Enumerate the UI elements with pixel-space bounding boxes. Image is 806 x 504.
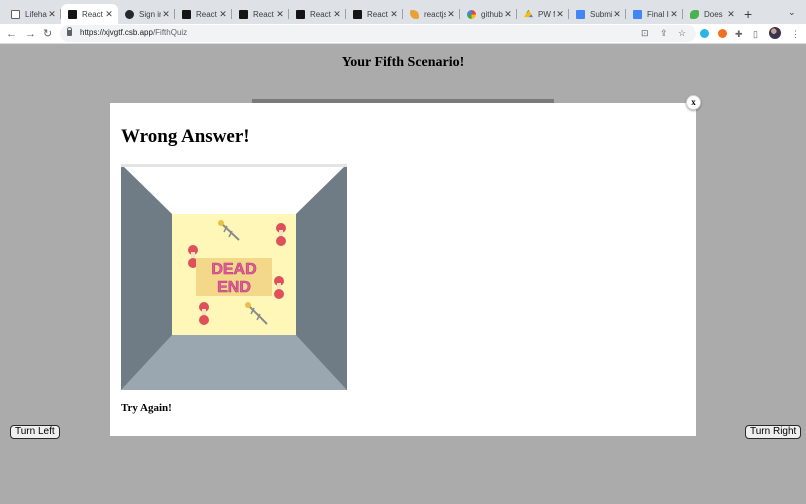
close-icon[interactable]: ✕ xyxy=(275,9,285,20)
browser-toolbar: ← → ↻ https://xjvgtf.csb.app/FifthQuiz ⊡… xyxy=(0,24,806,44)
close-icon[interactable]: ✕ xyxy=(503,9,513,20)
extensions-puzzle-icon[interactable]: ✚ xyxy=(735,28,743,40)
codesandbox-icon xyxy=(239,9,248,19)
codesandbox-icon xyxy=(353,9,362,19)
browser-tab[interactable]: Does ✕ xyxy=(683,4,740,24)
url-path: /FifthQuiz xyxy=(152,28,188,37)
browser-tab[interactable]: github ✕ xyxy=(460,4,517,24)
docs-icon xyxy=(633,9,642,19)
bookmark-star-icon[interactable]: ☆ xyxy=(678,28,686,39)
dead-end-text-line2: END xyxy=(217,279,251,296)
tab-title: Sign in xyxy=(139,9,161,19)
tab-title: Does xyxy=(704,9,723,19)
docs-icon xyxy=(576,9,585,19)
tab-title: github xyxy=(481,9,503,19)
browser-tab[interactable]: PW fo ✕ xyxy=(517,4,569,24)
codesandbox-icon xyxy=(182,9,191,19)
tab-title: Submi xyxy=(590,9,612,19)
dead-end-image: DEAD END xyxy=(121,164,347,390)
close-icon[interactable]: ✕ xyxy=(726,9,736,20)
close-icon[interactable]: ✕ xyxy=(161,9,171,20)
dino-icon xyxy=(690,9,699,19)
close-icon[interactable]: ✕ xyxy=(104,9,114,20)
tab-title: React xyxy=(196,9,217,19)
google-icon xyxy=(467,9,476,19)
turn-right-button[interactable]: Turn Right xyxy=(745,425,802,439)
close-icon[interactable]: ✕ xyxy=(446,9,456,20)
extension-icon[interactable] xyxy=(700,29,709,38)
browser-tab-active[interactable]: React ✕ xyxy=(61,4,118,24)
turn-left-button[interactable]: Turn Left xyxy=(10,425,60,439)
menu-kebab-icon[interactable]: ⋮ xyxy=(791,28,800,40)
url-host: https://xjvgtf.csb.app xyxy=(80,28,153,37)
github-icon xyxy=(125,9,134,19)
new-tab-button[interactable]: + xyxy=(744,5,752,23)
browser-tab[interactable]: React ✕ xyxy=(346,4,403,24)
browser-tab[interactable]: Final I ✕ xyxy=(626,4,683,24)
tab-title: PW fo xyxy=(538,9,555,19)
close-icon[interactable]: ✕ xyxy=(47,9,57,20)
dead-end-text-line1: DEAD xyxy=(211,261,256,278)
share-icon[interactable]: ⇪ xyxy=(660,28,668,39)
browser-tab[interactable]: React ✕ xyxy=(289,4,346,24)
browser-tab[interactable]: reactjs ✕ xyxy=(403,4,460,24)
back-arrow-icon[interactable]: ← xyxy=(6,26,17,42)
browser-tab-strip: Lifehac ✕ React ✕ Sign in ✕ React ✕ Reac… xyxy=(0,0,806,24)
browser-tab[interactable]: Lifehac ✕ xyxy=(4,4,61,24)
side-panel-icon[interactable]: ▯ xyxy=(753,28,758,40)
tab-title: React xyxy=(253,9,274,19)
lock-icon xyxy=(67,27,72,36)
close-icon[interactable]: ✕ xyxy=(218,9,228,20)
browser-tab[interactable]: React ✕ xyxy=(232,4,289,24)
install-app-icon[interactable]: ⊡ xyxy=(641,28,649,39)
tab-title: Lifehac xyxy=(25,9,47,19)
tab-title: Final I xyxy=(647,9,669,19)
codesandbox-icon xyxy=(68,9,77,19)
modal-heading: Wrong Answer! xyxy=(121,126,250,147)
close-icon[interactable]: ✕ xyxy=(389,9,399,20)
close-icon[interactable]: ✕ xyxy=(612,9,622,20)
modal-close-button[interactable]: x xyxy=(686,95,701,110)
close-icon[interactable]: ✕ xyxy=(332,9,342,20)
url-text[interactable]: https://xjvgtf.csb.app/FifthQuiz xyxy=(80,28,187,37)
tab-title: React xyxy=(310,9,331,19)
page-title: Your Fifth Scenario! xyxy=(341,55,465,70)
extension-icon[interactable] xyxy=(718,29,727,38)
result-modal: Wrong Answer! DEAD END Try Again! xyxy=(110,103,696,436)
tab-search-chevron-icon[interactable]: ⌄ xyxy=(788,7,796,18)
browser-tab[interactable]: Submi ✕ xyxy=(569,4,626,24)
tab-title: React xyxy=(82,9,103,19)
square-tab-icon xyxy=(11,9,20,19)
reload-icon[interactable]: ↻ xyxy=(43,26,52,42)
browser-tab[interactable]: Sign in ✕ xyxy=(118,4,175,24)
drive-icon xyxy=(524,9,533,18)
close-icon[interactable]: ✕ xyxy=(555,9,565,20)
reactjs-icon xyxy=(410,9,419,19)
forward-arrow-icon[interactable]: → xyxy=(25,26,36,42)
profile-avatar[interactable] xyxy=(769,27,781,39)
tab-title: reactjs xyxy=(424,9,446,19)
close-icon[interactable]: ✕ xyxy=(669,9,679,20)
try-again-text: Try Again! xyxy=(121,402,172,414)
browser-tab[interactable]: React ✕ xyxy=(175,4,232,24)
codesandbox-icon xyxy=(296,9,305,19)
tab-title: React xyxy=(367,9,388,19)
address-bar[interactable]: https://xjvgtf.csb.app/FifthQuiz ⊡ ⇪ ☆ xyxy=(60,25,696,42)
